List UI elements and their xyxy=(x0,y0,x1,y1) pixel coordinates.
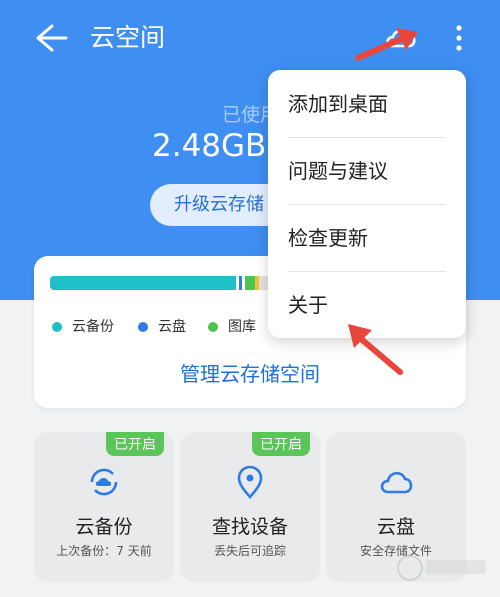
legend-label: 云盘 xyxy=(158,319,186,335)
legend-item-gallery: 图库 xyxy=(208,316,256,336)
page-title: 云空间 xyxy=(90,23,166,52)
more-vertical-icon[interactable] xyxy=(447,20,471,56)
legend-item-backup: 云备份 xyxy=(52,316,114,336)
menu-item-feedback[interactable]: 问题与建议 xyxy=(288,138,446,204)
tile-title: 查找设备 xyxy=(211,516,288,538)
tile-cloud-backup[interactable]: 已开启 云备份 上次备份：7 天前 xyxy=(34,432,174,582)
overflow-menu: 添加到桌面 问题与建议 检查更新 关于 xyxy=(268,70,466,338)
storage-usage-bar xyxy=(50,276,272,290)
cloud-backup-icon xyxy=(90,468,118,496)
location-pin-icon xyxy=(237,465,263,499)
menu-item-about[interactable]: 关于 xyxy=(288,272,446,338)
bar-segment-gallery xyxy=(245,276,255,290)
tile-title: 云备份 xyxy=(75,516,133,538)
watermark-logo xyxy=(397,555,486,581)
menu-item-add-to-desktop[interactable]: 添加到桌面 xyxy=(288,71,446,137)
legend-item-drive: 云盘 xyxy=(138,316,186,336)
legend-dot xyxy=(52,322,62,332)
cloud-icon xyxy=(380,471,413,494)
legend-label: 云备份 xyxy=(72,319,114,335)
manage-storage-link[interactable]: 管理云存储空间 xyxy=(34,358,466,387)
tile-description: 丢失后可追踪 xyxy=(213,544,286,558)
back-arrow-icon[interactable] xyxy=(30,20,70,56)
status-badge: 已开启 xyxy=(106,432,164,456)
status-badge: 已开启 xyxy=(252,432,310,456)
legend-label: 图库 xyxy=(228,319,256,335)
menu-item-check-update[interactable]: 检查更新 xyxy=(288,205,446,271)
legend-dot xyxy=(138,322,148,332)
usage-value: 2.48GB xyxy=(152,128,267,164)
bar-segment-backup xyxy=(50,276,236,290)
top-bar: 云空间 xyxy=(0,0,500,76)
legend-dot xyxy=(208,322,218,332)
tile-description: 上次备份：7 天前 xyxy=(56,544,152,558)
cloud-sync-icon[interactable] xyxy=(382,20,420,58)
tile-title: 云盘 xyxy=(376,516,415,538)
tile-find-device[interactable]: 已开启 查找设备 丢失后可追踪 xyxy=(180,432,320,582)
